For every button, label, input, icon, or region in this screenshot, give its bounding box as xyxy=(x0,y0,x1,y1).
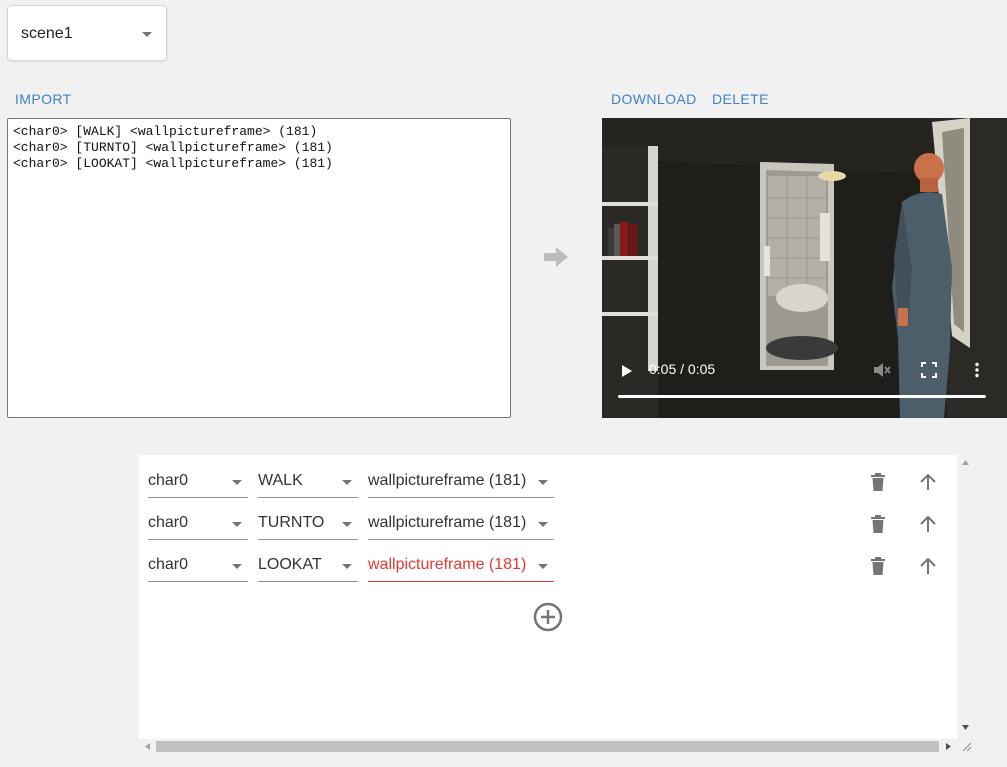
program-editor: char0 WALK wallpictureframe (181) char0 … xyxy=(139,455,957,739)
chevron-down-icon xyxy=(142,32,152,37)
program-row: char0 WALK wallpictureframe (181) xyxy=(139,464,957,500)
chevron-down-icon xyxy=(538,564,548,569)
resize-corner[interactable] xyxy=(957,739,974,754)
arrow-right-icon[interactable] xyxy=(543,246,569,268)
play-icon[interactable] xyxy=(620,363,634,379)
character-select[interactable]: char0 xyxy=(148,548,248,582)
scroll-up-arrow-icon[interactable] xyxy=(962,460,969,465)
action-select[interactable]: LOOKAT xyxy=(258,548,358,582)
arrow-up-icon[interactable] xyxy=(919,515,937,533)
chevron-down-icon xyxy=(232,522,242,527)
trash-icon[interactable] xyxy=(870,473,886,491)
object-select[interactable]: wallpictureframe (181) xyxy=(368,506,554,540)
chevron-down-icon xyxy=(232,564,242,569)
volume-muted-icon[interactable] xyxy=(873,362,891,378)
horizontal-scroll-thumb[interactable] xyxy=(156,741,939,752)
download-button[interactable]: DOWNLOAD xyxy=(611,91,697,107)
object-select[interactable]: wallpictureframe (181) xyxy=(368,548,554,582)
trash-icon[interactable] xyxy=(870,515,886,533)
delete-button[interactable]: DELETE xyxy=(712,91,769,107)
fullscreen-icon[interactable] xyxy=(921,362,937,378)
video-time: 0:05 / 0:05 xyxy=(649,361,716,377)
scroll-down-arrow-icon[interactable] xyxy=(962,725,969,730)
resize-grip-icon[interactable] xyxy=(961,741,972,752)
scroll-right-arrow-icon[interactable] xyxy=(946,743,951,750)
trash-icon[interactable] xyxy=(870,557,886,575)
action-select[interactable]: TURNTO xyxy=(258,506,358,540)
script-textarea[interactable]: <char0> [WALK] <wallpictureframe> (181) … xyxy=(7,118,511,418)
video-progress-bar[interactable] xyxy=(618,395,986,398)
scene-select[interactable]: scene1 xyxy=(7,5,167,61)
vertical-scrollbar[interactable] xyxy=(957,455,974,739)
object-select[interactable]: wallpictureframe (181) xyxy=(368,464,554,498)
import-button[interactable]: IMPORT xyxy=(15,91,72,107)
add-circle-icon[interactable] xyxy=(532,601,564,633)
action-select[interactable]: WALK xyxy=(258,464,358,498)
program-row: char0 TURNTO wallpictureframe (181) xyxy=(139,506,957,542)
chevron-down-icon xyxy=(342,522,352,527)
chevron-down-icon xyxy=(342,480,352,485)
arrow-up-icon[interactable] xyxy=(919,557,937,575)
program-row: char0 LOOKAT wallpictureframe (181) xyxy=(139,548,957,584)
chevron-down-icon xyxy=(538,522,548,527)
arrow-up-icon[interactable] xyxy=(919,473,937,491)
chevron-down-icon xyxy=(538,480,548,485)
horizontal-scrollbar[interactable] xyxy=(139,739,957,754)
character-select[interactable]: char0 xyxy=(148,464,248,498)
character-select[interactable]: char0 xyxy=(148,506,248,540)
scene-select-value: scene1 xyxy=(21,25,73,42)
chevron-down-icon xyxy=(342,564,352,569)
scroll-left-arrow-icon[interactable] xyxy=(145,743,150,750)
video-player[interactable]: 0:05 / 0:05 xyxy=(602,118,1007,418)
more-options-icon[interactable] xyxy=(974,362,980,378)
chevron-down-icon xyxy=(232,480,242,485)
